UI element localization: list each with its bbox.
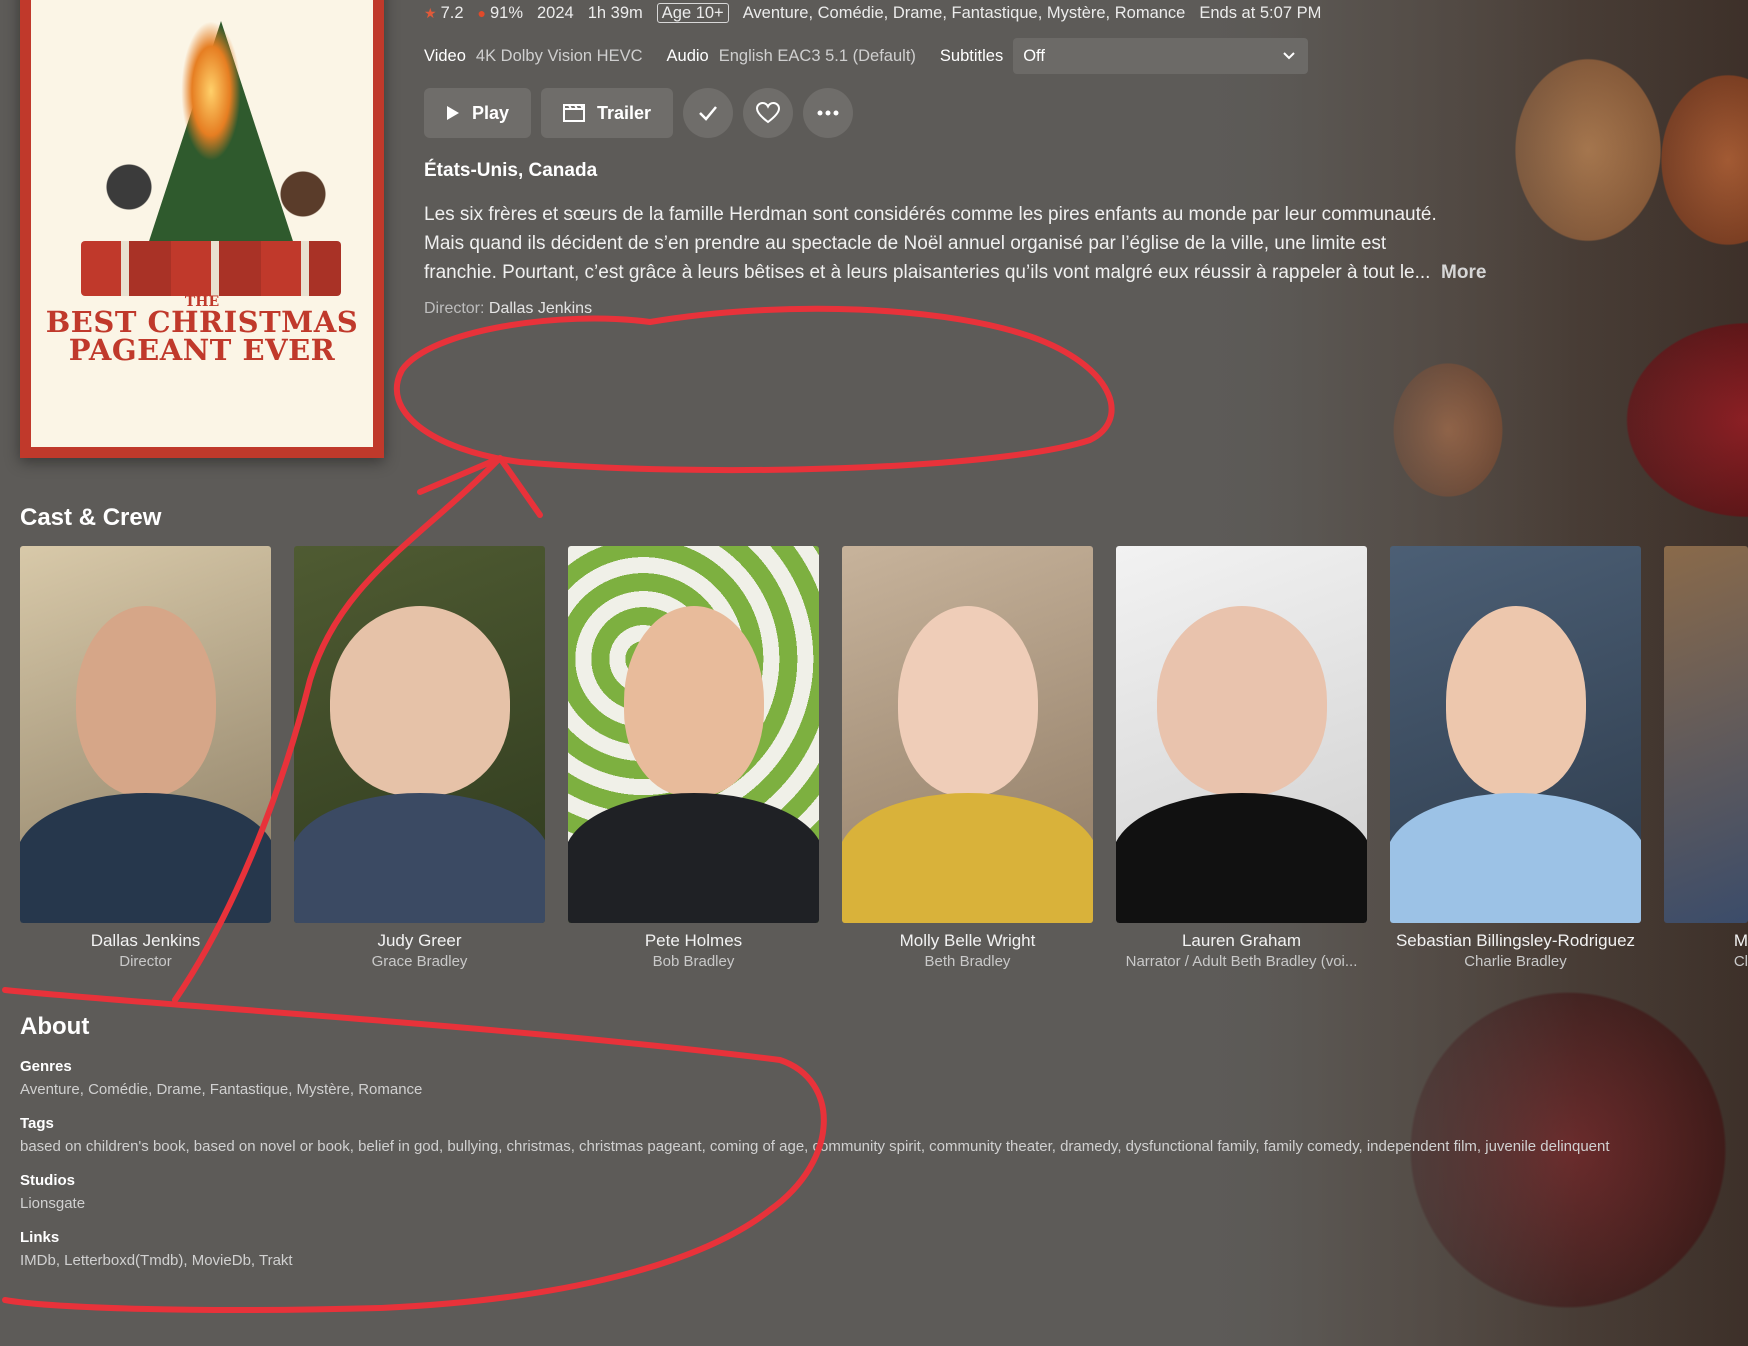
cast-name: Dallas Jenkins — [90, 931, 201, 950]
cast-name: Lauren Graham — [1181, 931, 1302, 950]
annotation-ellipse — [393, 305, 1115, 474]
age-rating-badge: Age 10+ — [656, 3, 729, 23]
chevron-down-icon — [1283, 52, 1295, 60]
cast-role: Cl — [1733, 953, 1748, 970]
genre-links[interactable]: Aventure, Comédie, Drame, Fantastique, M… — [20, 1081, 1740, 1098]
about-links: Links IMDb, Letterboxd(Tmdb), MovieDb, T… — [20, 1229, 1740, 1269]
video-label: Video — [424, 46, 466, 65]
trailer-button[interactable]: Trailer — [541, 88, 674, 138]
cast-role: Bob Bradley — [652, 953, 735, 970]
action-bar: Play Trailer — [424, 88, 854, 138]
critic-rating: 91% — [489, 3, 523, 22]
cast-card[interactable]: Pete Holmes Bob Bradley — [568, 546, 819, 970]
cast-name: Judy Greer — [377, 931, 462, 950]
director-line: Director: Dallas Jenkins — [424, 300, 593, 317]
about-section-title: About — [20, 1013, 90, 1040]
more-options-button[interactable] — [803, 88, 854, 138]
tomato-icon: ● — [477, 5, 486, 21]
overview-text: Les six frères et sœurs de la famille He… — [424, 204, 1487, 283]
audio-value: English EAC3 5.1 (Default) — [718, 46, 916, 65]
ends-at: Ends at 5:07 PM — [1199, 3, 1322, 22]
subtitles-select[interactable]: Off — [1013, 38, 1309, 74]
about-genres: Genres Aventure, Comédie, Drame, Fantast… — [20, 1058, 1740, 1098]
cast-list: Dallas Jenkins Director Judy Greer Grace… — [20, 546, 1748, 970]
community-rating: 7.2 — [440, 3, 464, 22]
video-value: 4K Dolby Vision HEVC — [475, 46, 643, 65]
cast-name: Pete Holmes — [644, 931, 743, 950]
cast-card[interactable]: Judy Greer Grace Bradley — [294, 546, 545, 970]
cast-card[interactable]: Molly Belle Wright Beth Bradley — [842, 546, 1093, 970]
play-button[interactable]: Play — [424, 88, 532, 138]
play-icon — [447, 106, 459, 120]
cast-name: Sebastian Billingsley-Rodriguez — [1395, 931, 1636, 950]
stream-info-row: Video 4K Dolby Vision HEVC Audio English… — [424, 38, 1309, 74]
cast-name: Molly Belle Wright — [899, 931, 1036, 950]
cast-photo — [568, 546, 819, 923]
star-icon: ★ — [424, 4, 437, 21]
movie-poster[interactable]: THE BEST CHRISTMAS PAGEANT EVER — [20, 0, 384, 458]
cast-section-title: Cast & Crew — [20, 504, 162, 531]
poster-title: THE BEST CHRISTMAS PAGEANT EVER — [45, 294, 359, 367]
cast-card[interactable]: Sebastian Billingsley-Rodriguez Charlie … — [1390, 546, 1641, 970]
cast-name: M — [1733, 931, 1748, 950]
subtitles-label: Subtitles — [939, 46, 1004, 65]
cast-role: Grace Bradley — [371, 953, 468, 970]
heart-icon — [756, 102, 781, 124]
subtitles-selected-value: Off — [1023, 46, 1045, 65]
cast-photo — [1116, 546, 1367, 923]
more-link[interactable]: More — [1441, 262, 1486, 283]
media-info-row: ★ 7.2 ● 91% 2024 1h 39m Age 10+ Aventure, … — [424, 0, 1335, 26]
cast-card[interactable]: M Cl — [1664, 546, 1748, 970]
studio-links[interactable]: Lionsgate — [20, 1195, 1740, 1212]
audio-label: Audio — [666, 46, 709, 65]
cast-role: Beth Bradley — [924, 953, 1011, 970]
production-countries: États-Unis, Canada — [424, 160, 598, 181]
favorite-button[interactable] — [743, 88, 794, 138]
year: 2024 — [537, 3, 574, 22]
cast-photo — [294, 546, 545, 923]
cast-role: Narrator / Adult Beth Bradley (voi... — [1125, 953, 1358, 970]
tag-links[interactable]: based on children's book, based on novel… — [20, 1138, 1740, 1155]
cast-card[interactable]: Lauren Graham Narrator / Adult Beth Brad… — [1116, 546, 1367, 970]
runtime: 1h 39m — [587, 3, 643, 22]
about-studios: Studios Lionsgate — [20, 1172, 1740, 1212]
genres-list: Aventure, Comédie, Drame, Fantastique, M… — [742, 3, 1186, 22]
external-links[interactable]: IMDb, Letterboxd(Tmdb), MovieDb, Trakt — [20, 1252, 1740, 1269]
cast-role: Director — [119, 953, 172, 970]
ellipsis-icon — [817, 110, 839, 116]
clapperboard-icon — [563, 104, 586, 122]
cast-photo — [20, 546, 271, 923]
cast-photo — [1664, 546, 1748, 923]
about-tags: Tags based on children's book, based on … — [20, 1115, 1740, 1155]
mark-played-button[interactable] — [683, 88, 734, 138]
cast-card[interactable]: Dallas Jenkins Director — [20, 546, 271, 970]
about-section: Genres Aventure, Comédie, Drame, Fantast… — [20, 1058, 1740, 1286]
cast-role: Charlie Bradley — [1464, 953, 1567, 970]
cast-photo — [842, 546, 1093, 923]
check-icon — [699, 106, 718, 121]
director-link[interactable]: Dallas Jenkins — [489, 300, 592, 317]
cast-photo — [1390, 546, 1641, 923]
